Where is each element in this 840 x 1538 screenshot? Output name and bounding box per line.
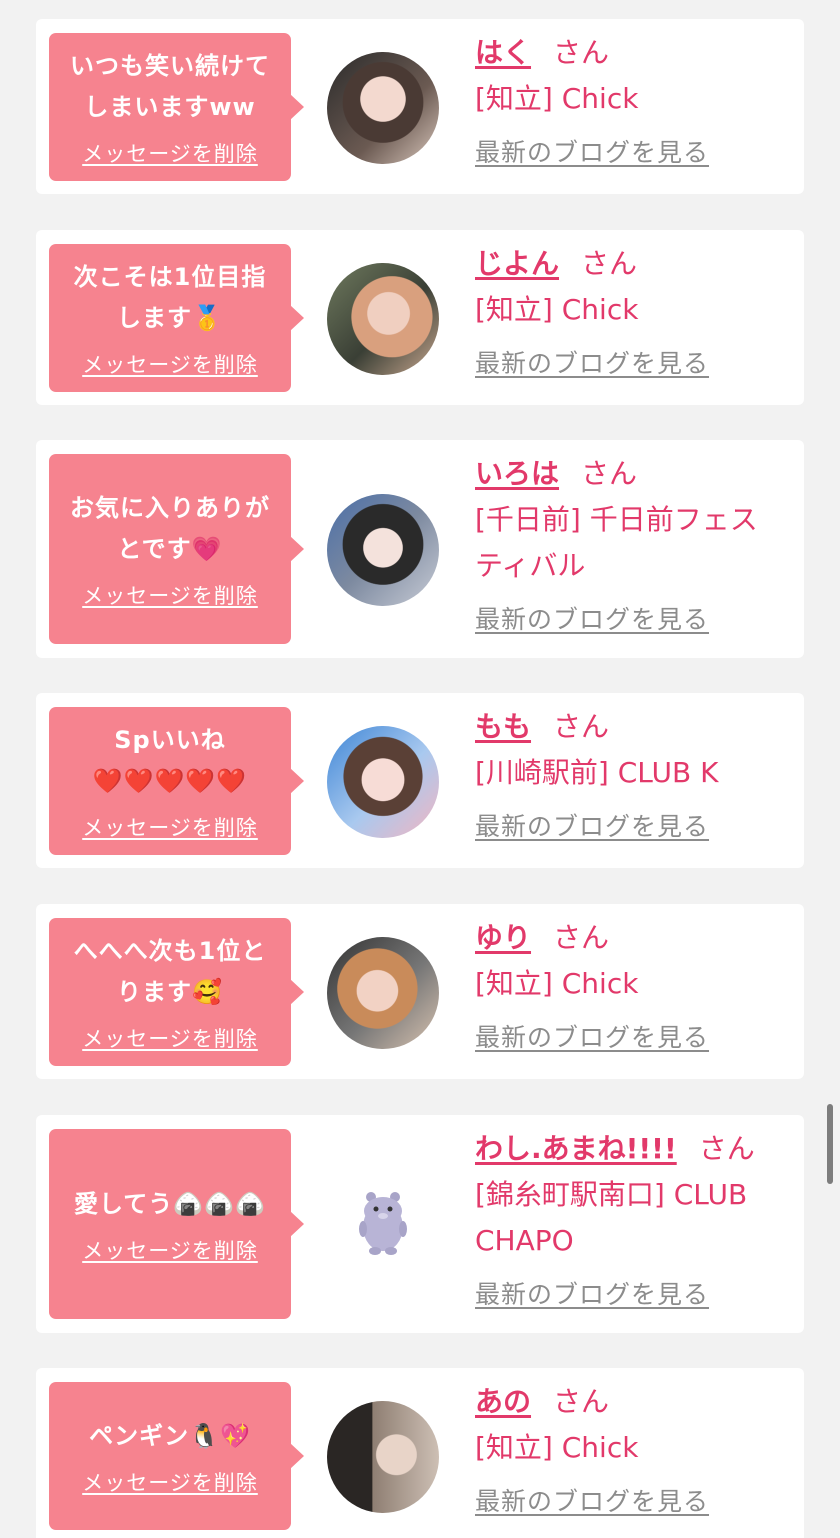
message-text-line: Spいいね (114, 726, 226, 754)
monster-icon (359, 1192, 407, 1255)
honorific: さん (553, 921, 610, 954)
girl-photo-avatar[interactable] (327, 936, 439, 1049)
girl-photo-avatar[interactable] (327, 725, 439, 838)
honorific: さん (553, 1385, 610, 1418)
delete-message-link[interactable]: メッセージを削除 (82, 580, 258, 610)
sender-info: はく さん [知立] Chick 最新のブログを見る (475, 31, 795, 169)
sender-name-row: わし.あまね!!!! さん (475, 1127, 795, 1171)
sender-name-link[interactable]: いろは (475, 457, 559, 490)
sender-name-link[interactable]: もも (475, 710, 531, 743)
sender-name-row: もも さん (475, 705, 795, 749)
latest-blog-link[interactable]: 最新のブログを見る (475, 133, 709, 169)
shop-name-line: [川崎駅前] CLUB K (475, 756, 719, 789)
shop-name-line: [千日前] 千日前フェス (475, 503, 758, 536)
delete-message-link[interactable]: メッセージを削除 (82, 812, 258, 842)
message-text-line: 次こそは1位目指 (73, 263, 267, 291)
honorific: さん (553, 710, 610, 743)
honorific: さん (581, 247, 638, 280)
default-monster-avatar[interactable] (327, 1169, 439, 1281)
message-text-line: ❤️❤️❤️❤️❤️ (92, 767, 248, 795)
message-text-line: ペンギン🐧💖 (89, 1421, 251, 1450)
message-bubble: へへへ次も1位と ります🥰 メッセージを削除 (49, 918, 304, 1066)
message-card: Spいいね ❤️❤️❤️❤️❤️ メッセージを削除 もも さん [川崎駅前] CLU… (36, 693, 804, 868)
message-text-line: へへへ次も1位と (73, 937, 267, 965)
girl-photo-avatar[interactable] (327, 262, 439, 375)
honorific: さん (553, 36, 610, 69)
message-text-line: ります🥰 (117, 978, 223, 1006)
message-text-line: お気に入りありが (70, 494, 270, 522)
delete-message-link[interactable]: メッセージを削除 (82, 1467, 258, 1497)
shop-name-line: [知立] Chick (475, 293, 639, 326)
message-bubble: いつも笑い続けて しまいますww メッセージを削除 (49, 33, 304, 181)
message-text-line: とです💗 (117, 535, 223, 563)
message-card: お気に入りありが とです💗 メッセージを削除 いろは さん [千日前] 千日前フェス… (36, 440, 804, 658)
shop-name-line: [知立] Chick (475, 1431, 639, 1464)
sender-info: ゆり さん [知立] Chick 最新のブログを見る (475, 916, 795, 1054)
sender-info: じよん さん [知立] Chick 最新のブログを見る (475, 242, 795, 380)
sender-info: いろは さん [千日前] 千日前フェス ティバル 最新のブログを見る (475, 452, 795, 636)
message-text-line: します🥇 (117, 304, 223, 332)
message-bubble: Spいいね ❤️❤️❤️❤️❤️ メッセージを削除 (49, 707, 304, 855)
message-bubble: ペンギン🐧💖 メッセージを削除 (49, 1382, 304, 1530)
shop-name-line: CHAPO (475, 1224, 574, 1257)
latest-blog-link[interactable]: 最新のブログを見る (475, 600, 709, 636)
latest-blog-link[interactable]: 最新のブログを見る (475, 344, 709, 380)
shop-name-line: [錦糸町駅南口] CLUB (475, 1178, 748, 1211)
delete-message-link[interactable]: メッセージを削除 (82, 1023, 258, 1053)
delete-message-link[interactable]: メッセージを削除 (82, 138, 258, 168)
sender-name-link[interactable]: ゆり (475, 921, 531, 954)
shop-name-line: ティバル (475, 549, 586, 582)
sender-name-link[interactable]: あの (475, 1385, 531, 1418)
delete-message-link[interactable]: メッセージを削除 (82, 1235, 258, 1265)
girl-photo-avatar[interactable] (327, 1400, 439, 1513)
message-text-line: 愛してう🍙🍙🍙 (74, 1189, 266, 1218)
message-bubble: お気に入りありが とです💗 メッセージを削除 (49, 454, 304, 644)
sender-name-link[interactable]: わし.あまね!!!! (475, 1132, 677, 1165)
message-card: 次こそは1位目指 します🥇 メッセージを削除 じよん さん [知立] Chick 最… (36, 230, 804, 405)
honorific: さん (581, 457, 638, 490)
shop-name-line: [知立] Chick (475, 82, 639, 115)
message-bubble: 次こそは1位目指 します🥇 メッセージを削除 (49, 244, 304, 392)
latest-blog-link[interactable]: 最新のブログを見る (475, 1482, 709, 1518)
sender-name-row: ゆり さん (475, 916, 795, 960)
message-card: 愛してう🍙🍙🍙 メッセージを削除 わし.あまね!!!! さん [錦糸町駅南口] C… (36, 1115, 804, 1333)
sender-name-link[interactable]: じよん (475, 247, 559, 280)
message-list: いつも笑い続けて しまいますww メッセージを削除 はく さん [知立] Chick… (0, 0, 840, 1538)
shop-name-line: [知立] Chick (475, 967, 639, 1000)
sender-name-row: はく さん (475, 31, 795, 75)
message-text-line: しまいますww (84, 93, 256, 121)
sender-info: もも さん [川崎駅前] CLUB K 最新のブログを見る (475, 705, 795, 843)
scrollbar-thumb[interactable] (827, 1104, 833, 1184)
sender-info: わし.あまね!!!! さん [錦糸町駅南口] CLUB CHAPO 最新のブログを見… (475, 1127, 795, 1311)
honorific: さん (698, 1132, 755, 1165)
message-card: ペンギン🐧💖 メッセージを削除 あの さん [知立] Chick 最新のブログを見… (36, 1368, 804, 1538)
sender-name-link[interactable]: はく (475, 36, 531, 69)
message-card: いつも笑い続けて しまいますww メッセージを削除 はく さん [知立] Chick… (36, 19, 804, 194)
sender-name-row: あの さん (475, 1380, 795, 1424)
message-text-line: いつも笑い続けて (70, 52, 270, 80)
message-bubble: 愛してう🍙🍙🍙 メッセージを削除 (49, 1129, 304, 1319)
girl-photo-avatar[interactable] (327, 51, 439, 164)
girl-photo-avatar[interactable] (327, 494, 439, 606)
latest-blog-link[interactable]: 最新のブログを見る (475, 1275, 709, 1311)
sender-name-row: じよん さん (475, 242, 795, 286)
sender-name-row: いろは さん (475, 452, 795, 496)
delete-message-link[interactable]: メッセージを削除 (82, 349, 258, 379)
sender-info: あの さん [知立] Chick 最新のブログを見る (475, 1380, 795, 1518)
latest-blog-link[interactable]: 最新のブログを見る (475, 1018, 709, 1054)
message-card: へへへ次も1位と ります🥰 メッセージを削除 ゆり さん [知立] Chick 最新… (36, 904, 804, 1079)
latest-blog-link[interactable]: 最新のブログを見る (475, 807, 709, 843)
